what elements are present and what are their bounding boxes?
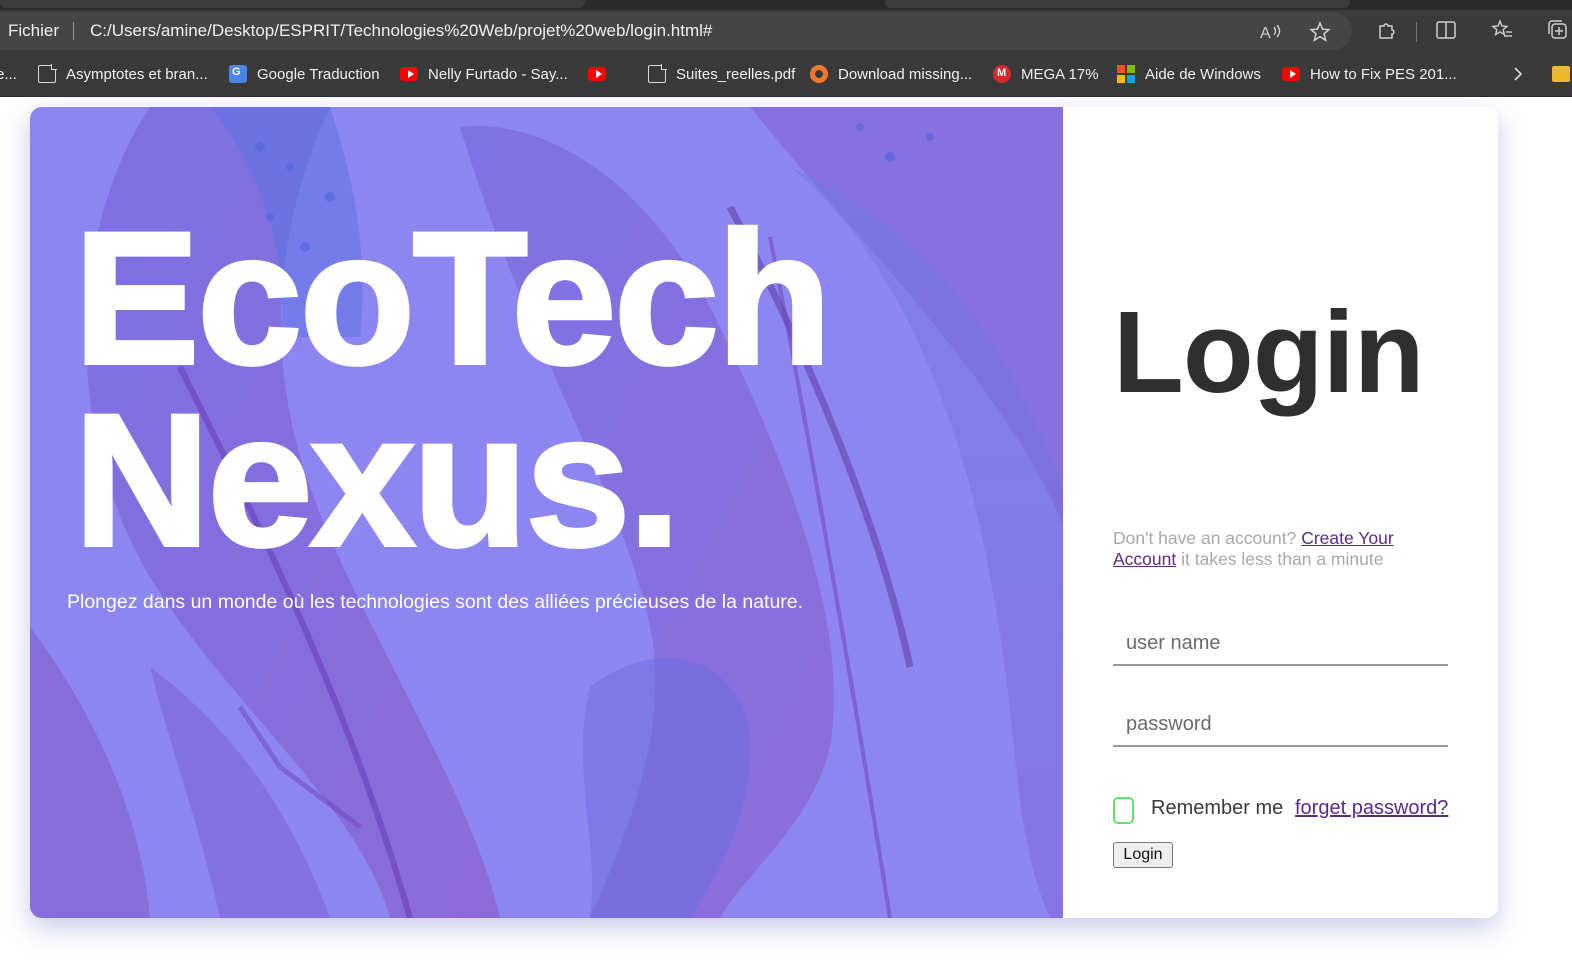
collections-icon[interactable] (1544, 17, 1570, 43)
bookmark-item[interactable]: Nelly Furtado - Say... (400, 63, 568, 85)
bookmark-label: MEGA 17% (1021, 65, 1099, 83)
hero-tagline: Plongez dans un monde où les technologie… (67, 591, 804, 613)
favorite-star-icon[interactable] (1307, 19, 1333, 45)
mega-icon (993, 65, 1011, 83)
login-title: Login (1113, 287, 1425, 417)
forgot-password-link[interactable]: forget password? (1295, 797, 1448, 820)
youtube-icon (588, 67, 606, 81)
username-input[interactable] (1113, 622, 1448, 666)
bookmark-item[interactable]: MEGA 17% (993, 63, 1099, 85)
signup-prefix: Don't have an account? (1113, 528, 1297, 548)
address-bar: Fichier C:/Users/amine/Desktop/ESPRIT/Te… (0, 10, 1572, 52)
remember-me-checkbox[interactable] (1113, 797, 1134, 824)
svg-text:A: A (1260, 25, 1271, 42)
bookmark-label: Google Traduction (257, 65, 380, 83)
read-aloud-icon[interactable]: A (1257, 19, 1283, 45)
chevron-right-icon (1514, 67, 1523, 81)
tab-strip (0, 0, 1572, 10)
youtube-icon (400, 67, 418, 81)
document-icon (38, 64, 57, 83)
login-panel: Login Don't have an account? Create Your… (1063, 107, 1498, 918)
bookmark-label: How to Fix PES 201... (1310, 65, 1457, 83)
bookmark-item[interactable]: Asymptotes et bran... (38, 63, 208, 85)
windows-icon (1117, 65, 1135, 83)
extensions-icon[interactable] (1373, 17, 1399, 43)
password-input[interactable] (1113, 703, 1448, 747)
bookmark-item[interactable]: Aide de Windows (1117, 63, 1261, 85)
bookmark-item[interactable]: Download missing... (810, 63, 972, 85)
brand-title: EcoTech Nexus. (72, 193, 834, 585)
remember-me-label[interactable]: Remember me (1151, 797, 1283, 820)
signup-prompt: Don't have an account? Create Your Accou… (1113, 528, 1453, 570)
browser-tab[interactable] (885, 0, 1350, 8)
login-card: EcoTech Nexus. Plongez dans un monde où … (30, 107, 1498, 918)
brand-line-1: EcoTech (72, 193, 834, 403)
bookmark-label: Asymptotes et bran... (66, 65, 208, 83)
toolbar-divider (1416, 22, 1417, 42)
address-separator (73, 22, 74, 40)
bookmark-label: e... (0, 65, 17, 83)
bookmark-item[interactable]: Google Traduction (229, 63, 380, 85)
url-field[interactable]: Fichier C:/Users/amine/Desktop/ESPRIT/Te… (0, 12, 1352, 50)
bookmarks-bar: e... Asymptotes et bran... Google Traduc… (0, 52, 1572, 97)
bookmark-folder[interactable] (1552, 63, 1570, 85)
login-button[interactable]: Login (1113, 842, 1173, 868)
hero-panel: EcoTech Nexus. Plongez dans un monde où … (30, 107, 1063, 918)
document-icon (648, 64, 667, 83)
bookmark-item[interactable]: e... (0, 63, 17, 85)
bookmark-item[interactable]: Suites_reelles.pdf (648, 63, 795, 85)
bookmark-item[interactable]: How to Fix PES 201... (1282, 63, 1457, 85)
browser-tab[interactable] (0, 0, 585, 8)
download-gear-icon (810, 65, 828, 83)
bookmark-label: Suites_reelles.pdf (676, 65, 796, 83)
url-text[interactable]: C:/Users/amine/Desktop/ESPRIT/Technologi… (90, 21, 712, 41)
remember-row: Remember me forget password? (1113, 795, 1453, 825)
split-screen-icon[interactable] (1433, 17, 1459, 43)
scheme-label[interactable]: Fichier (8, 21, 59, 41)
signup-suffix: it takes less than a minute (1181, 549, 1384, 569)
folder-icon (1552, 66, 1570, 82)
favorites-icon[interactable] (1489, 17, 1515, 43)
brand-line-2: Nexus. (72, 375, 683, 585)
bookmark-label: Download missing... (838, 65, 973, 83)
youtube-icon (1282, 67, 1300, 81)
google-translate-icon (229, 65, 247, 83)
bookmarks-overflow-button[interactable] (1512, 63, 1524, 85)
bookmark-item[interactable] (588, 63, 616, 85)
bookmark-label: Nelly Furtado - Say... (428, 65, 568, 83)
bookmark-label: Aide de Windows (1145, 65, 1261, 83)
